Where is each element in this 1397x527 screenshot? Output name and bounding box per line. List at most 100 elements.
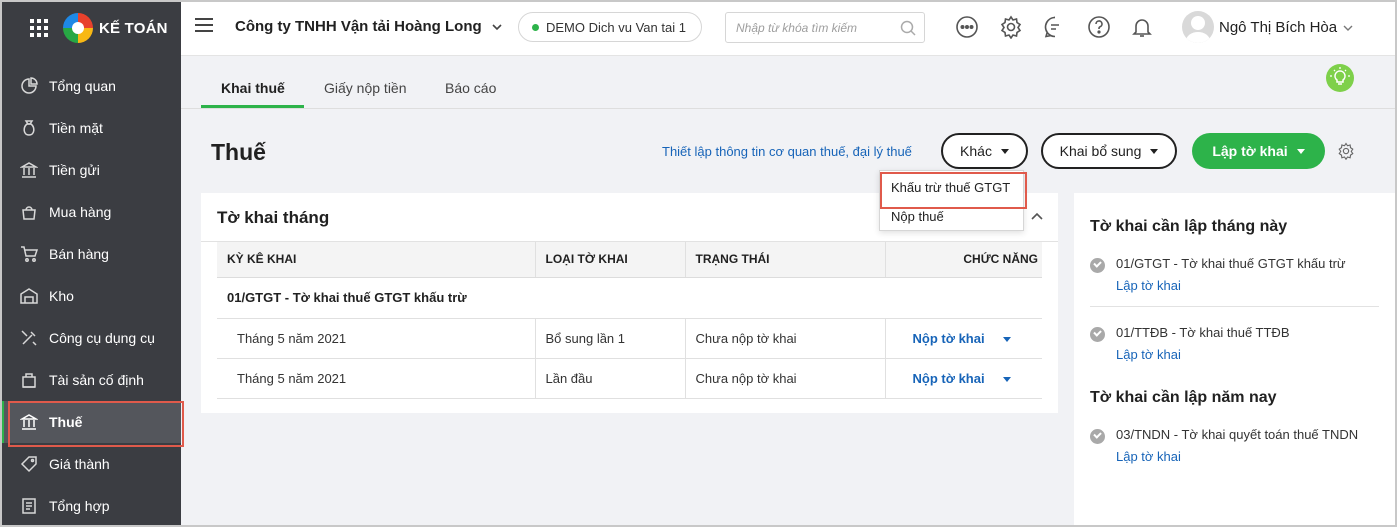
check-circle-icon: [1090, 327, 1105, 342]
status-cell: Chưa nộp tờ khai: [685, 358, 886, 399]
tab-bao-cao[interactable]: Báo cáo: [445, 80, 496, 96]
sidebar-item-thue[interactable]: Thuế: [0, 401, 184, 447]
group-label: 01/GTGT - Tờ khai thuế GTGT khấu trừ: [217, 277, 1042, 319]
group-row: 01/GTGT - Tờ khai thuế GTGT khấu trừ: [217, 277, 1042, 319]
shopping-bag-icon: [20, 203, 38, 221]
table-row[interactable]: Tháng 5 năm 2021 Lần đầu Chưa nộp tờ kha…: [217, 358, 1042, 399]
submit-action[interactable]: Nộp tờ khai: [885, 358, 1042, 399]
supplement-button[interactable]: Khai bổ sung: [1041, 133, 1177, 169]
column-header: CHỨC NĂNG: [885, 242, 1042, 278]
panel-divider: [1090, 306, 1379, 307]
sidebar-item-tong-hop[interactable]: Tổng hợp: [0, 485, 181, 527]
more-icon[interactable]: [955, 15, 979, 39]
submit-action-label[interactable]: Nộp tờ khai: [913, 331, 985, 346]
period-cell: Tháng 5 năm 2021: [217, 318, 536, 359]
column-header[interactable]: KỲ KÊ KHAI: [217, 242, 536, 278]
sidebar: KẾ TOÁN Tổng quan Tiền mặt Tiền gửi Mua …: [0, 0, 184, 527]
warehouse-icon: [20, 287, 38, 305]
top-header: Công ty TNHH Vận tải Hoàng Long DEMO Dic…: [181, 0, 1397, 56]
create-declaration-button[interactable]: Lập tờ khai: [1192, 133, 1325, 169]
menu-item-label: Khấu trừ thuế GTGT: [891, 179, 1011, 195]
logo-icon: [63, 13, 93, 43]
table-row[interactable]: Tháng 5 năm 2021 Bổ sung lần 1 Chưa nộp …: [217, 318, 1042, 359]
sidebar-item-ban-hang[interactable]: Bán hàng: [0, 233, 181, 275]
sidebar-item-label: Tổng quan: [49, 78, 116, 94]
chevron-up-icon[interactable]: [1030, 211, 1044, 221]
tab-giay-nop-tien[interactable]: Giấy nộp tiền: [324, 80, 407, 96]
bell-icon[interactable]: [1130, 15, 1154, 39]
sidebar-item-tien-mat[interactable]: Tiền mặt: [0, 107, 181, 149]
tax-setup-link[interactable]: Thiết lập thông tin cơ quan thuế, đại lý…: [662, 144, 912, 159]
tax-icon: [20, 413, 38, 431]
app-grid-icon[interactable]: [30, 19, 48, 37]
user-name[interactable]: Ngô Thị Bích Hòa: [1219, 19, 1337, 36]
declarations-table: KỲ KÊ KHAI LOẠI TỜ KHAI TRẠNG THÁI CHỨC …: [217, 242, 1042, 399]
logo-bar: KẾ TOÁN: [0, 0, 181, 56]
type-cell: Bổ sung lần 1: [535, 318, 686, 359]
todo-item-name: 01/GTGT - Tờ khai thuế GTGT khấu trừ: [1116, 256, 1346, 271]
settings-gear-icon[interactable]: [1337, 142, 1355, 161]
tab-khai-thue[interactable]: Khai thuế: [221, 80, 285, 96]
chevron-down-icon[interactable]: [1343, 23, 1353, 33]
search-box: [725, 12, 925, 43]
sidebar-item-label: Tổng hợp: [49, 498, 110, 514]
create-declaration-link[interactable]: Lập tờ khai: [1116, 278, 1181, 293]
sidebar-item-label: Kho: [49, 288, 74, 304]
menu-item-label: Nộp thuế: [891, 208, 944, 224]
tools-icon: [20, 329, 38, 347]
column-header[interactable]: TRẠNG THÁI: [685, 242, 886, 278]
sidebar-item-gia-thanh[interactable]: Giá thành: [0, 443, 181, 485]
search-input[interactable]: [726, 13, 891, 42]
gear-icon[interactable]: [999, 15, 1023, 40]
chat-icon[interactable]: [1043, 15, 1067, 39]
submit-action[interactable]: Nộp tờ khai: [885, 318, 1042, 359]
sidebar-item-cong-cu[interactable]: Công cụ dụng cụ: [0, 317, 181, 359]
type-cell: Lần đầu: [535, 358, 686, 399]
search-icon[interactable]: [899, 19, 917, 37]
database-badge[interactable]: DEMO Dich vu Van tai 1: [518, 12, 702, 42]
card-title: Tờ khai tháng: [217, 208, 330, 227]
help-icon[interactable]: [1087, 15, 1111, 39]
sidebar-item-label: Thuế: [49, 414, 83, 430]
status-dot-icon: [532, 23, 539, 31]
lightbulb-icon[interactable]: [1326, 64, 1354, 92]
create-declaration-link[interactable]: Lập tờ khai: [1116, 347, 1181, 362]
create-declaration-link[interactable]: Lập tờ khai: [1116, 449, 1181, 464]
company-name: Công ty TNHH Vận tải Hoàng Long: [235, 18, 482, 35]
todo-item-name: 03/TNDN - Tờ khai quyết toán thuế TNDN: [1116, 427, 1359, 442]
monthly-todo-title: Tờ khai cần lập tháng này: [1090, 218, 1288, 235]
report-icon: [20, 497, 38, 515]
company-selector[interactable]: Công ty TNHH Vận tải Hoàng Long: [235, 18, 502, 35]
database-name: DEMO Dich vu Van tai 1: [546, 19, 686, 35]
sidebar-item-label: Tài sản cố định: [49, 372, 144, 388]
todo-item-name: 01/TTĐB - Tờ khai thuế TTĐB: [1116, 325, 1290, 340]
sidebar-item-label: Bán hàng: [49, 246, 109, 262]
avatar[interactable]: [1182, 11, 1214, 43]
check-circle-icon: [1090, 429, 1105, 444]
submit-action-label[interactable]: Nộp tờ khai: [913, 371, 985, 386]
supplement-button-label: Khai bổ sung: [1059, 143, 1142, 159]
yearly-todo-title: Tờ khai cần lập năm nay: [1090, 389, 1277, 406]
logo-text: KẾ TOÁN: [99, 19, 168, 37]
menu-item-pay-tax[interactable]: Nộp thuế: [880, 201, 1023, 231]
money-bag-icon: [20, 119, 38, 137]
menu-item-vat-deduction[interactable]: Khấu trừ thuế GTGT: [880, 172, 1027, 209]
caret-down-icon[interactable]: [1002, 336, 1011, 342]
sidebar-item-tien-gui[interactable]: Tiền gửi: [0, 149, 181, 191]
price-tag-icon: [20, 455, 38, 473]
sidebar-item-kho[interactable]: Kho: [0, 275, 181, 317]
sidebar-item-tai-san[interactable]: Tài sản cố định: [0, 359, 181, 401]
sidebar-item-tong-quan[interactable]: Tổng quan: [0, 65, 181, 107]
sidebar-item-label: Giá thành: [49, 456, 110, 472]
caret-down-icon[interactable]: [1002, 376, 1011, 382]
asset-icon: [20, 371, 38, 389]
declarations-todo-panel: Tờ khai cần lập tháng này 01/GTGT - Tờ k…: [1074, 193, 1397, 527]
status-cell: Chưa nộp tờ khai: [685, 318, 886, 359]
sidebar-item-mua-hang[interactable]: Mua hàng: [0, 191, 181, 233]
column-header[interactable]: LOẠI TỜ KHAI: [535, 242, 686, 278]
sidebar-item-label: Tiền mặt: [49, 120, 103, 136]
other-button[interactable]: Khác: [941, 133, 1028, 169]
sidebar-item-label: Tiền gửi: [49, 162, 100, 178]
other-button-label: Khác: [960, 143, 992, 159]
menu-icon[interactable]: [195, 18, 213, 34]
